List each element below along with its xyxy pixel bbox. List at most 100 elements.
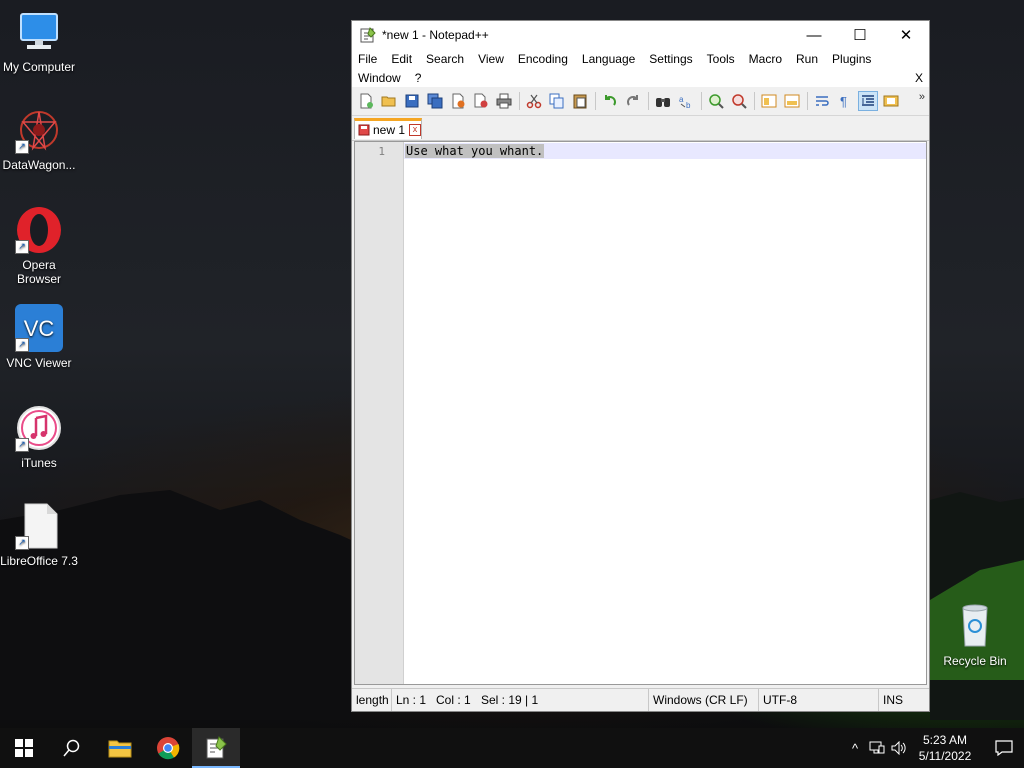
desktop-icon-label: DataWagon...	[2, 158, 76, 172]
taskbar: ^ 5:23 AM 5/11/2022	[0, 728, 1024, 768]
tray-chevron-up[interactable]: ^	[844, 741, 866, 756]
toolbar: ab ¶ »	[352, 87, 929, 116]
desktop-icon-label: VNC Viewer	[6, 356, 72, 370]
vnc-icon: VC ↗	[15, 304, 63, 352]
document-icon: ↗	[15, 502, 63, 550]
folder-open-icon	[381, 96, 396, 107]
menu-language[interactable]: Language	[582, 52, 635, 66]
windows-logo-icon	[15, 739, 33, 757]
menu-plugins[interactable]: Plugins	[832, 52, 871, 66]
status-selection: Sel : 19 | 1	[477, 689, 649, 711]
undo-button[interactable]	[600, 91, 620, 111]
toolbar-overflow-button[interactable]: »	[919, 91, 925, 103]
replace-button[interactable]: ab	[676, 91, 696, 111]
save-icon	[405, 94, 419, 108]
sync-horizontal-button[interactable]	[782, 91, 802, 111]
menu-tools[interactable]: Tools	[707, 52, 735, 66]
tab-new-1[interactable]: new 1 x	[354, 118, 422, 139]
sync-vertical-button[interactable]	[759, 91, 779, 111]
paste-button[interactable]	[570, 91, 590, 111]
speaker-icon	[891, 741, 906, 755]
editor-area[interactable]: 1 Use what you whant.	[354, 141, 927, 685]
clock[interactable]: 5:23 AM 5/11/2022	[914, 732, 976, 764]
copy-button[interactable]	[547, 91, 567, 111]
menu-file[interactable]: File	[358, 52, 377, 66]
svg-text:¶: ¶	[840, 94, 847, 109]
printer-icon	[496, 93, 512, 109]
close-document-button[interactable]: X	[915, 71, 923, 85]
start-button[interactable]	[0, 728, 48, 768]
paste-icon	[573, 94, 587, 109]
cut-button[interactable]	[524, 91, 544, 111]
desktop-icon-recycle-bin[interactable]: Recycle Bin	[936, 602, 1014, 668]
close-all-button[interactable]	[471, 91, 491, 111]
menu-window[interactable]: Window	[358, 71, 401, 85]
title-bar[interactable]: *new 1 - Notepad++ — ☐ ✕	[352, 21, 929, 49]
new-file-button[interactable]	[356, 91, 376, 111]
maximize-button[interactable]: ☐	[837, 21, 883, 49]
close-file-icon	[452, 93, 465, 109]
menu-encoding[interactable]: Encoding	[518, 52, 568, 66]
print-button[interactable]	[494, 91, 514, 111]
menu-search[interactable]: Search	[426, 52, 464, 66]
taskbar-notepadpp[interactable]	[192, 728, 240, 768]
datawagon-icon: ↗	[15, 106, 63, 154]
menu-macro[interactable]: Macro	[749, 52, 782, 66]
find-button[interactable]	[653, 91, 673, 111]
word-wrap-icon	[816, 96, 829, 106]
status-encoding[interactable]: UTF-8	[759, 689, 879, 711]
desktop-icon-vnc-viewer[interactable]: VC ↗ VNC Viewer	[0, 304, 78, 370]
minimize-button[interactable]: —	[791, 21, 837, 49]
volume-button[interactable]	[888, 741, 910, 755]
close-button[interactable]: ✕	[883, 21, 929, 49]
notepadpp-icon	[360, 27, 376, 43]
new-file-icon	[360, 93, 373, 109]
opera-icon: ↗	[15, 206, 63, 254]
tab-label: new 1	[373, 123, 406, 137]
action-center-button[interactable]	[984, 740, 1024, 756]
menu-view[interactable]: View	[478, 52, 504, 66]
system-tray: ^ 5:23 AM 5/11/2022	[844, 728, 1024, 768]
zoom-in-button[interactable]	[706, 91, 726, 111]
unsaved-file-icon	[358, 124, 370, 136]
tab-close-button[interactable]: x	[409, 124, 422, 136]
undo-icon	[605, 95, 616, 106]
zoom-out-button[interactable]	[729, 91, 749, 111]
desktop-icon-my-computer[interactable]: My Computer	[0, 8, 78, 74]
desktop-icon-datawagon[interactable]: ↗ DataWagon...	[0, 106, 78, 172]
notepadpp-window[interactable]: *new 1 - Notepad++ — ☐ ✕ File Edit Searc…	[351, 20, 930, 712]
network-button[interactable]	[866, 741, 888, 755]
open-file-button[interactable]	[379, 91, 399, 111]
editor-text[interactable]: Use what you whant.	[405, 144, 545, 158]
replace-icon: ab	[679, 95, 691, 109]
desktop-icon-itunes[interactable]: ↗ iTunes	[0, 404, 78, 470]
line-number: 1	[378, 145, 385, 158]
shortcut-arrow-icon: ↗	[15, 338, 29, 352]
desktop-icon-opera[interactable]: ↗ Opera Browser	[0, 206, 78, 286]
zoom-out-icon	[732, 94, 747, 109]
redo-button[interactable]	[623, 91, 643, 111]
search-button[interactable]	[48, 728, 96, 768]
window-title: *new 1 - Notepad++	[382, 28, 489, 42]
indent-guide-button[interactable]	[858, 91, 878, 111]
show-all-characters-button[interactable]: ¶	[835, 91, 855, 111]
redo-icon	[627, 95, 638, 106]
document-map-button[interactable]	[881, 91, 901, 111]
taskbar-file-explorer[interactable]	[96, 728, 144, 768]
status-eol[interactable]: Windows (CR LF)	[649, 689, 759, 711]
save-all-icon	[427, 93, 443, 109]
menu-edit[interactable]: Edit	[391, 52, 412, 66]
save-all-button[interactable]	[425, 91, 445, 111]
tab-bar: new 1 x	[352, 116, 929, 141]
copy-icon	[549, 93, 564, 109]
save-button[interactable]	[402, 91, 422, 111]
toolbar-separator	[701, 92, 702, 110]
binoculars-icon	[656, 98, 670, 107]
close-file-button[interactable]	[448, 91, 468, 111]
taskbar-chrome[interactable]	[144, 728, 192, 768]
menu-help[interactable]: ?	[415, 71, 422, 85]
word-wrap-button[interactable]	[812, 91, 832, 111]
menu-settings[interactable]: Settings	[649, 52, 692, 66]
desktop-icon-libreoffice[interactable]: ↗ LibreOffice 7.3	[0, 502, 78, 568]
menu-run[interactable]: Run	[796, 52, 818, 66]
